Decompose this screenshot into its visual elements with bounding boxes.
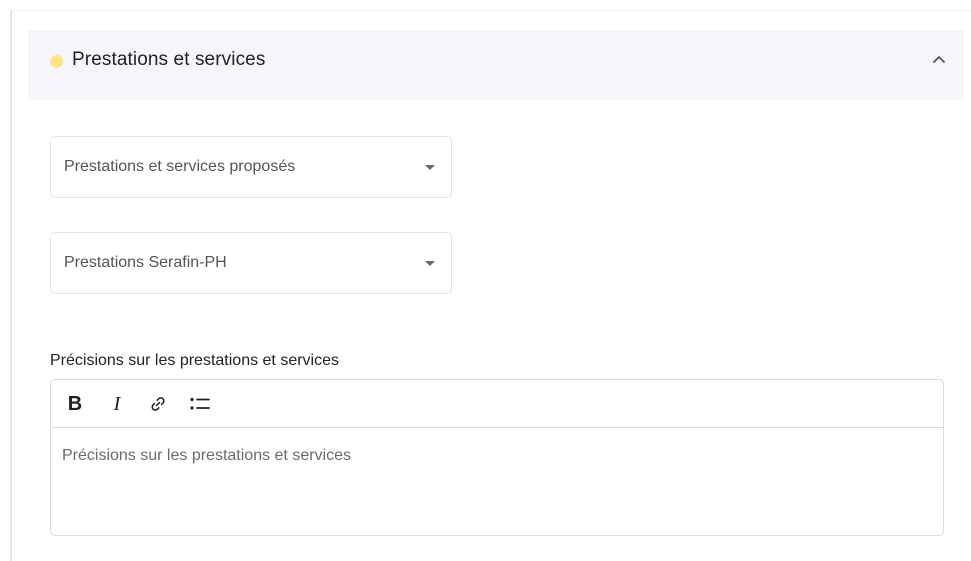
details-rich-text-editor: B I Précisions sur les prestations et se… xyxy=(50,379,944,536)
details-text-input[interactable]: Précisions sur les prestations et servic… xyxy=(62,447,922,465)
caret-down-icon xyxy=(425,165,435,170)
page: Prestations et services Prestations et s… xyxy=(0,0,971,561)
caret-down-icon xyxy=(425,261,435,266)
status-dot-icon xyxy=(50,55,63,68)
italic-button[interactable]: I xyxy=(104,392,130,416)
editor-toolbar: B I xyxy=(51,380,943,428)
select-placeholder: Prestations Serafin-PH xyxy=(64,254,227,271)
chevron-up-icon[interactable] xyxy=(928,48,950,70)
details-field-label: Précisions sur les prestations et servic… xyxy=(50,352,339,369)
section-title: Prestations et services xyxy=(72,49,266,70)
prestations-services-select[interactable]: Prestations et services proposés xyxy=(50,136,452,198)
section-header-prestations[interactable]: Prestations et services xyxy=(28,30,964,100)
prestations-serafin-select[interactable]: Prestations Serafin-PH xyxy=(50,232,452,294)
bold-button[interactable]: B xyxy=(62,392,88,416)
select-placeholder: Prestations et services proposés xyxy=(64,158,296,175)
link-icon[interactable] xyxy=(145,392,171,416)
bullet-list-icon[interactable] xyxy=(187,392,213,416)
